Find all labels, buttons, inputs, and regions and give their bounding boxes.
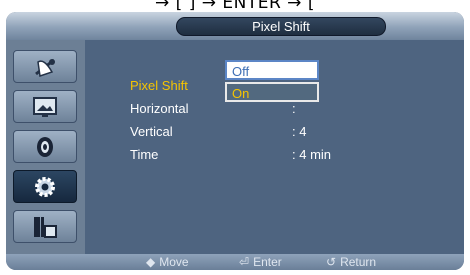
sidebar-item-multi-control[interactable] — [13, 210, 77, 243]
return-hint: ↺ Return — [326, 254, 376, 270]
menu-item-vertical[interactable]: Vertical — [130, 124, 173, 139]
satellite-dish-icon — [35, 58, 55, 77]
move-hint: ◆ Move — [146, 254, 189, 270]
menu-item-time[interactable]: Time — [130, 147, 158, 162]
pixel-shift-dropdown[interactable]: Off On — [225, 60, 319, 104]
enter-hint-label: Enter — [253, 255, 282, 269]
osd-window: Pixel Shift Pixel Shift Horizontal: Ver… — [6, 12, 464, 270]
gear-icon — [35, 176, 55, 197]
sidebar-item-picture[interactable] — [13, 90, 77, 123]
sidebar-item-sound[interactable] — [13, 130, 77, 163]
enter-icon: ⏎ — [239, 255, 250, 269]
multi-screen-icon — [34, 216, 57, 238]
title-bar: Pixel Shift — [6, 12, 464, 40]
menu-item-pixel-shift[interactable]: Pixel Shift — [130, 78, 188, 93]
dropdown-option-on[interactable]: On — [225, 82, 319, 102]
dropdown-option-off[interactable]: Off — [225, 60, 319, 80]
sidebar-item-input[interactable] — [13, 50, 77, 83]
sidebar-item-setup[interactable] — [13, 170, 77, 203]
move-icon: ◆ — [146, 255, 156, 269]
return-hint-label: Return — [340, 255, 377, 269]
footer-hint-bar: ◆ Move ⏎ Enter ↺ Return — [6, 254, 464, 270]
menu-value-time: : 4 min — [292, 147, 332, 162]
return-icon: ↺ — [326, 255, 337, 269]
menu-item-horizontal[interactable]: Horizontal — [130, 101, 189, 116]
sidebar — [6, 40, 85, 254]
page-title: Pixel Shift — [176, 17, 386, 36]
move-hint-label: Move — [159, 255, 189, 269]
enter-hint: ⏎ Enter — [239, 254, 282, 270]
picture-frame-icon — [33, 96, 57, 117]
speaker-icon — [37, 136, 53, 157]
menu-value-vertical: : 4 — [292, 124, 307, 139]
